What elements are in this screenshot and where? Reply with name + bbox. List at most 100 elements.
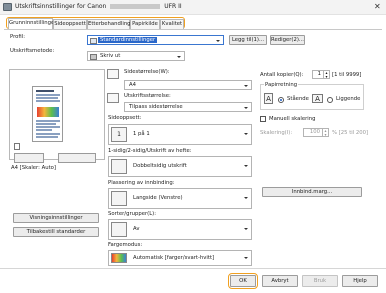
color-mode-label: Fargemodus: <box>108 242 143 248</box>
scaling-stepper[interactable]: 100 ▴ ▾ <box>303 128 329 137</box>
preview-line <box>36 94 60 96</box>
title-bar: Utskriftsinnstillinger for Canon UFR II … <box>0 0 386 15</box>
preview-line <box>36 129 52 131</box>
portrait-label: Stående <box>287 96 309 102</box>
restore-defaults-button[interactable]: Tilbakestill standarder <box>13 227 99 237</box>
preview-line <box>36 126 60 128</box>
color-mode-select[interactable]: Automatisk [farger/svart-hvitt] <box>108 250 252 266</box>
footer-divider <box>0 268 386 269</box>
profile-label: Profil: <box>10 34 25 40</box>
edit-profile-button[interactable]: Rediger(2)... <box>270 35 305 45</box>
output-size-value: Tilpass sidestørrelse <box>129 104 183 110</box>
chevron-down-icon <box>244 133 248 135</box>
landscape-icon: A <box>312 94 323 103</box>
sort-select[interactable]: Av <box>108 219 252 240</box>
tab-grunninnstillinger[interactable]: Grunninnstillinger <box>8 18 56 29</box>
page-size-value: A4 <box>129 82 136 88</box>
view-buttons-right[interactable] <box>58 153 96 163</box>
duplex-select[interactable]: Dobbeltsidig utskrift <box>108 156 252 177</box>
chevron-down-icon <box>244 197 248 199</box>
output-size-label: Utskriftsstørrelse: <box>124 93 171 99</box>
preview-line <box>36 120 60 122</box>
cancel-button[interactable]: Avbryt <box>262 275 298 287</box>
binding-select[interactable]: Langside (Venstre) <box>108 188 252 209</box>
manual-scaling-label: Manuell skalering <box>269 116 316 122</box>
page-size-select[interactable]: A4 <box>124 80 252 90</box>
preview-line <box>36 100 60 102</box>
preview-line <box>36 136 58 138</box>
binding-label: Plassering av innbinding: <box>108 180 175 186</box>
page-layout-value: 1 på 1 <box>133 131 150 137</box>
view-buttons-left[interactable] <box>14 153 44 163</box>
apply-button[interactable]: Bruk <box>302 275 338 287</box>
tab-kvalitet[interactable]: Kvalitet <box>160 19 184 29</box>
sort-label: Sorter/grupper(L): <box>108 211 157 217</box>
preview-line <box>36 133 60 135</box>
stepper-arrows-icon[interactable]: ▴ ▾ <box>323 71 329 78</box>
copies-value: 1 <box>317 71 321 77</box>
landscape-radio[interactable] <box>327 97 333 103</box>
duplex-label: 1-sidig/2-sidig/Utskrift av hefte: <box>108 148 192 154</box>
page-preview <box>32 86 63 142</box>
scaling-range: % [25 til 200] <box>332 130 369 136</box>
page-size-label: Sidestørrelse(W): <box>124 69 170 75</box>
manual-scaling-checkbox[interactable] <box>260 116 266 122</box>
scaling-value: 100 <box>309 129 320 135</box>
preview-line <box>36 97 58 99</box>
page-size-icon <box>107 69 119 79</box>
orientation-label: Papirretning <box>264 82 299 88</box>
chevron-down-icon <box>244 84 248 87</box>
redacted-model-name <box>110 4 161 9</box>
output-size-icon <box>107 93 119 103</box>
window-title-prefix: Utskriftsinnstillinger for Canon <box>15 3 107 10</box>
duplex-icon <box>111 159 127 174</box>
output-method-value: Skriv ut <box>100 53 121 59</box>
preview-caption: A4 [Skaler: Auto] <box>11 165 56 171</box>
add-profile-button[interactable]: Legg til(1)... <box>229 35 267 45</box>
help-button[interactable]: Hjelp <box>342 275 378 287</box>
chevron-down-icon <box>244 165 248 167</box>
preview-line <box>36 90 54 92</box>
sort-value: Av <box>133 226 140 232</box>
binding-icon <box>111 191 127 206</box>
page-layout-label: Sideoppsett: <box>108 115 142 121</box>
scaling-label: Skalering(I): <box>260 130 293 136</box>
copies-range: [1 til 9999] <box>332 72 362 78</box>
close-icon[interactable]: ✕ <box>374 2 381 11</box>
printer-icon <box>3 3 12 11</box>
duplex-mini-icon <box>14 143 20 150</box>
ok-button[interactable]: OK <box>230 275 256 287</box>
landscape-label: Liggende <box>336 96 361 102</box>
chevron-down-icon <box>216 39 220 42</box>
page-layout-icon: 1 <box>111 127 127 142</box>
copies-stepper[interactable]: 1 ▴ ▾ <box>312 70 330 79</box>
binding-margin-button[interactable]: Innbind.marg... <box>262 187 362 197</box>
chevron-down-icon <box>244 106 248 109</box>
printer-small-icon <box>90 53 97 60</box>
tab-etterbehandling[interactable]: Etterbehandling <box>87 19 131 29</box>
duplex-value: Dobbeltsidig utskrift <box>133 163 187 169</box>
chevron-down-icon <box>177 55 181 58</box>
stepper-arrows-icon[interactable]: ▴ ▾ <box>322 129 328 136</box>
color-mode-icon <box>111 253 127 263</box>
tab-sideoppsett[interactable]: Sideoppsett <box>53 19 87 29</box>
print-settings-button[interactable]: Visningsinnstillinger <box>13 213 99 223</box>
output-method-label: Utskriftsmetode: <box>10 48 55 54</box>
output-size-select[interactable]: Tilpass sidestørrelse <box>124 102 252 112</box>
print-preferences-window: Utskriftsinnstillinger for Canon UFR II … <box>0 0 386 293</box>
tab-divider <box>4 29 382 30</box>
tab-papirkilde[interactable]: Papirkilde <box>130 19 160 29</box>
page-layout-select[interactable]: 1 1 på 1 <box>108 124 252 145</box>
profile-value: Standardinnstillinger <box>98 37 158 43</box>
profile-select[interactable]: Standardinnstillinger <box>87 35 224 45</box>
copies-label: Antall kopier(Q): <box>260 72 304 78</box>
portrait-radio[interactable] <box>278 97 284 103</box>
color-mode-value: Automatisk [farger/svart-hvitt] <box>133 255 215 261</box>
preview-image <box>37 107 59 117</box>
chevron-down-icon <box>244 228 248 230</box>
chevron-down-icon <box>244 257 248 259</box>
output-method-select[interactable]: Skriv ut <box>87 51 185 61</box>
preview-line <box>36 123 56 125</box>
window-title: Utskriftsinnstillinger for Canon UFR II <box>15 3 182 10</box>
sort-icon <box>111 222 127 237</box>
